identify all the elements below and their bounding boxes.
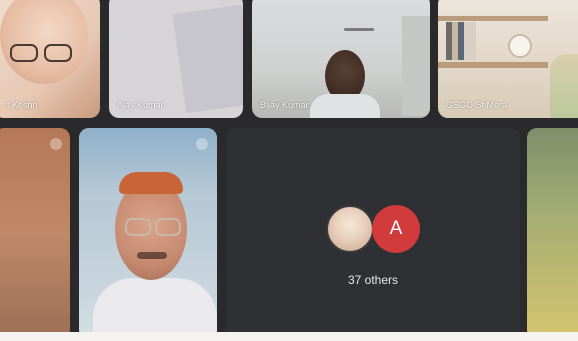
participant-tile[interactable]: Bijay Kumar: [252, 0, 430, 118]
participant-tile[interactable]: [527, 128, 578, 340]
participant-shirt: [93, 278, 217, 340]
mic-muted-icon: [196, 138, 208, 150]
participant-tile[interactable]: GSGO St Mera: [438, 0, 578, 118]
participant-avatar-letter: A: [372, 205, 420, 253]
glasses: [10, 44, 38, 62]
glasses: [155, 218, 181, 236]
participant-shirt: [310, 94, 380, 118]
others-tile[interactable]: A 37 others: [226, 128, 520, 340]
screen-glare: [0, 332, 578, 341]
clock: [508, 34, 532, 58]
background-panel: [172, 4, 243, 114]
participant-avatar: [326, 205, 374, 253]
glasses: [125, 218, 151, 236]
participant-face: [0, 0, 88, 84]
participant-tile[interactable]: [79, 128, 217, 340]
mustache: [137, 252, 167, 259]
others-count: 37 others: [347, 273, 399, 287]
ceiling-fan-icon: [344, 28, 374, 31]
video-call-grid: ..t Keshri Ajay Kumar Bijay Kumar GSGO S…: [0, 0, 578, 341]
participant-name: Bijay Kumar: [260, 100, 309, 110]
shelf: [438, 16, 548, 21]
mic-muted-icon: [50, 138, 62, 150]
participant-name: ..t Keshri: [2, 100, 38, 110]
shelf: [438, 62, 548, 68]
wall-panel: [402, 16, 430, 116]
participant-name: Ajay Kumar: [117, 100, 164, 110]
glasses: [44, 44, 72, 62]
participant-shoulder: [550, 54, 578, 118]
participant-tile[interactable]: Ajay Kumar: [109, 0, 243, 118]
participant-tile[interactable]: [0, 128, 70, 340]
participant-tile[interactable]: ..t Keshri: [0, 0, 100, 118]
books: [446, 22, 476, 60]
hair: [119, 172, 183, 194]
participant-name: GSGO St Mera: [446, 100, 508, 110]
